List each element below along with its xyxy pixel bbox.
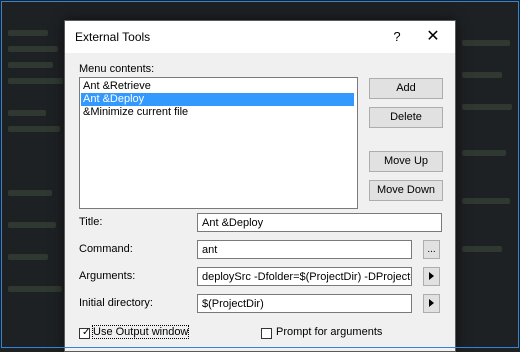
arguments-field[interactable]: deploySrc -Dfolder=$(ProjectDir) -DProje…: [197, 267, 412, 286]
move-up-button[interactable]: Move Up: [369, 151, 443, 172]
prompt-for-arguments-label[interactable]: Prompt for arguments: [276, 326, 382, 338]
arguments-label: Arguments:: [79, 270, 136, 282]
right-arrow-icon: [429, 272, 434, 281]
delete-button[interactable]: Delete: [369, 107, 443, 128]
command-label: Command:: [79, 243, 133, 255]
list-item[interactable]: Ant &Retrieve: [81, 80, 354, 93]
use-output-window-checkbox[interactable]: ✓: [79, 327, 91, 339]
initial-directory-menu-button[interactable]: [423, 294, 440, 313]
prompt-for-arguments-checkbox[interactable]: [261, 328, 272, 339]
title-field[interactable]: Ant &Deploy: [197, 213, 442, 232]
close-icon[interactable]: ✕: [421, 26, 445, 48]
arguments-menu-button[interactable]: [423, 267, 440, 286]
dialog-title: External Tools: [75, 30, 151, 44]
dialog-titlebar[interactable]: External Tools ? ✕: [65, 21, 455, 53]
list-item[interactable]: Ant &Deploy: [81, 93, 354, 106]
initial-directory-field[interactable]: $(ProjectDir): [197, 294, 412, 313]
browse-button[interactable]: ...: [423, 240, 440, 259]
move-down-button[interactable]: Move Down: [369, 180, 443, 201]
external-tools-dialog: External Tools ? ✕ Menu contents: Ant &R…: [64, 20, 456, 352]
checkmark-icon: ✓: [82, 327, 91, 338]
menu-contents-label: Menu contents:: [79, 63, 155, 75]
right-arrow-icon: [429, 299, 434, 308]
title-label: Title:: [79, 216, 103, 228]
initial-directory-label: Initial directory:: [79, 297, 153, 309]
command-field[interactable]: ant: [197, 240, 412, 259]
add-button[interactable]: Add: [369, 78, 443, 99]
list-item[interactable]: &Minimize current file: [81, 106, 354, 119]
use-output-window-label[interactable]: Use Output window: [91, 325, 190, 339]
menu-contents-list[interactable]: Ant &Retrieve Ant &Deploy &Minimize curr…: [79, 77, 358, 209]
help-button[interactable]: ?: [387, 27, 407, 47]
